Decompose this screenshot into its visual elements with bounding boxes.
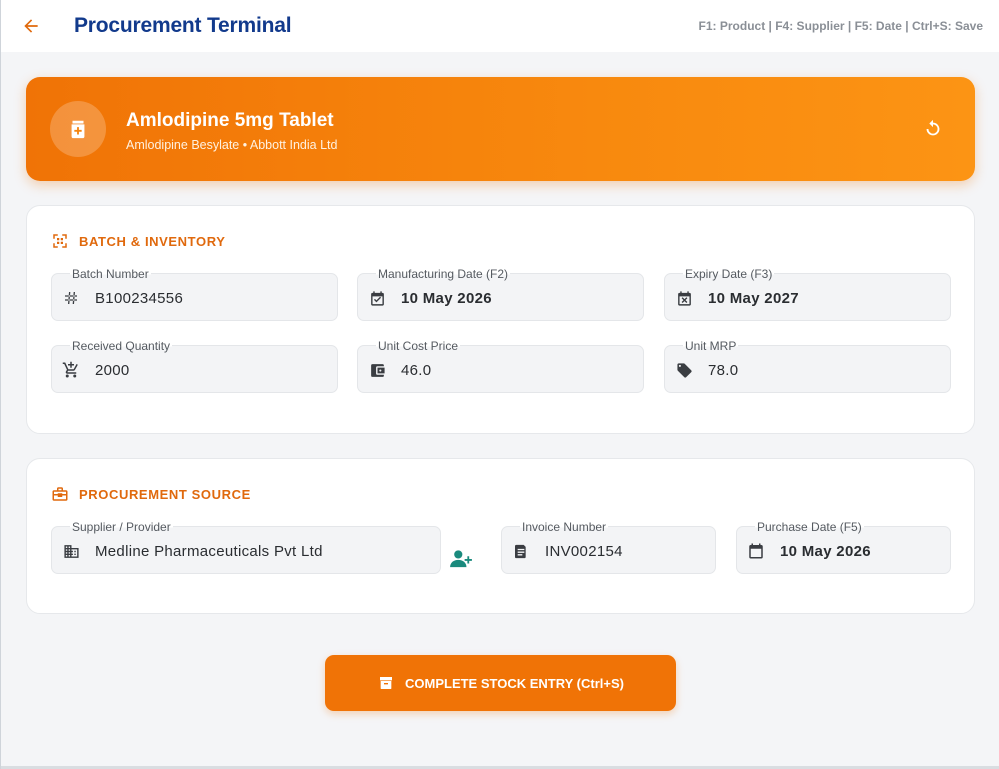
expiry-date-value: 10 May 2027 [708, 290, 799, 307]
unit-cost-price-label: Unit Cost Price [376, 339, 461, 353]
refresh-button[interactable] [921, 117, 945, 141]
batch-section-header: BATCH & INVENTORY [51, 232, 225, 250]
arrow-left-icon [24, 19, 38, 33]
hash-icon [65, 292, 77, 304]
batch-number-label: Batch Number [70, 267, 151, 281]
back-button[interactable] [17, 12, 45, 40]
calendar-icon [749, 543, 763, 559]
complete-stock-entry-button[interactable]: COMPLETE STOCK ENTRY (Ctrl+S) [325, 655, 676, 711]
purchase-date-label: Purchase Date (F5) [755, 520, 864, 534]
page-title: Procurement Terminal [74, 14, 292, 37]
batch-section-title: BATCH & INVENTORY [79, 233, 226, 249]
received-quantity-label: Received Quantity [70, 339, 173, 353]
add-person-icon [450, 550, 472, 568]
wallet-icon [370, 363, 385, 377]
received-quantity-input[interactable] [95, 362, 325, 379]
archive-icon [380, 677, 392, 689]
manufacturing-date-label: Manufacturing Date (F2) [376, 267, 511, 281]
briefcase-icon [52, 487, 68, 501]
manufacturing-date-field[interactable]: Manufacturing Date (F2) 10 May 2026 [357, 268, 644, 321]
invoice-number-input[interactable] [545, 543, 703, 560]
unit-cost-price-field[interactable]: Unit Cost Price [357, 340, 644, 393]
supplier-field[interactable]: Supplier / Provider [51, 521, 441, 574]
complete-stock-entry-label: COMPLETE STOCK ENTRY (Ctrl+S) [405, 675, 624, 691]
product-avatar [50, 101, 106, 157]
batch-number-input[interactable] [95, 290, 325, 307]
purchase-date-field[interactable]: Purchase Date (F5) 10 May 2026 [736, 521, 951, 574]
keyboard-shortcuts-hint: F1: Product | F4: Supplier | F5: Date | … [698, 19, 983, 33]
calendar-x-icon [677, 290, 691, 306]
procurement-source-card: PROCUREMENT SOURCE Supplier / Provider I… [26, 458, 975, 614]
manufacturing-date-value: 10 May 2026 [401, 290, 492, 307]
cart-add-icon [62, 361, 78, 378]
unit-mrp-input[interactable] [708, 362, 938, 379]
product-banner: Amlodipine 5mg Tablet Amlodipine Besylat… [26, 77, 975, 181]
qr-scan-icon [53, 234, 67, 248]
unit-mrp-label: Unit MRP [683, 339, 739, 353]
product-name: Amlodipine 5mg Tablet [126, 110, 334, 131]
purchase-date-value: 10 May 2026 [780, 543, 871, 560]
tag-icon [676, 362, 692, 378]
unit-cost-price-input[interactable] [401, 362, 631, 379]
product-subtitle: Amlodipine Besylate • Abbott India Ltd [126, 138, 338, 152]
refresh-icon [926, 119, 940, 136]
invoice-number-label: Invoice Number [520, 520, 609, 534]
supplier-input[interactable] [95, 543, 428, 560]
expiry-date-field[interactable]: Expiry Date (F3) 10 May 2027 [664, 268, 951, 321]
invoice-number-field[interactable]: Invoice Number [501, 521, 716, 574]
calendar-check-icon [370, 290, 384, 306]
source-section-header: PROCUREMENT SOURCE [51, 485, 251, 503]
received-quantity-field[interactable]: Received Quantity [51, 340, 338, 393]
add-supplier-button[interactable] [447, 547, 475, 571]
supplier-label: Supplier / Provider [70, 520, 173, 534]
top-bar: Procurement Terminal F1: Product | F4: S… [1, 0, 999, 52]
batch-inventory-card: BATCH & INVENTORY Batch Number Manufactu… [26, 205, 975, 434]
source-section-title: PROCUREMENT SOURCE [79, 486, 251, 502]
building-icon [63, 544, 79, 558]
medicine-bottle-icon [71, 120, 85, 139]
unit-mrp-field[interactable]: Unit MRP [664, 340, 951, 393]
batch-number-field[interactable]: Batch Number [51, 268, 338, 321]
receipt-icon [515, 544, 526, 558]
expiry-date-label: Expiry Date (F3) [683, 267, 775, 281]
